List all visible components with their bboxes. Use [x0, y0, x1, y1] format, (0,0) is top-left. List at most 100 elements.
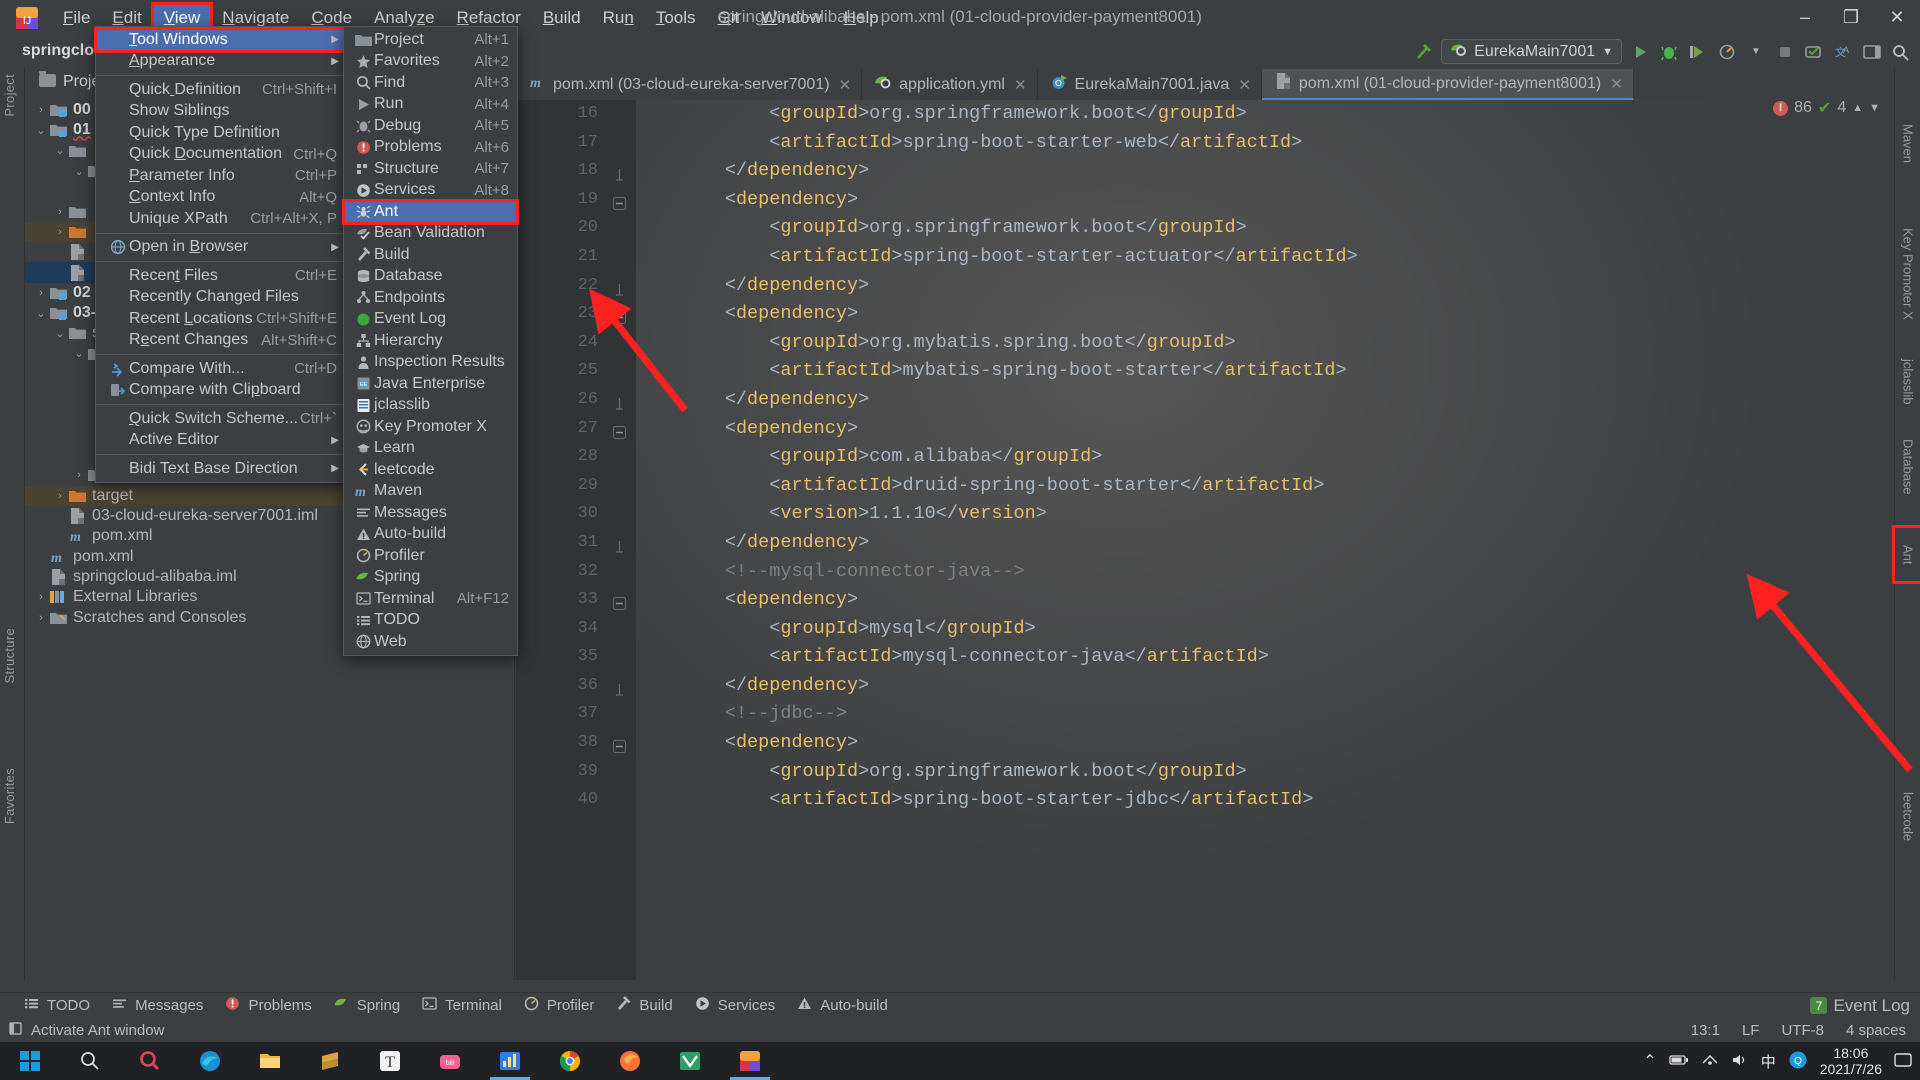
close-icon[interactable]: ✕	[1610, 75, 1623, 93]
tool-window-item-run[interactable]: Run Alt+4	[344, 94, 517, 116]
maximize-button[interactable]: ❐	[1828, 0, 1874, 35]
tool-window-item-build[interactable]: Build	[344, 244, 517, 266]
tool-window-item-spring[interactable]: Spring	[344, 567, 517, 589]
indent-setting[interactable]: 4 spaces	[1846, 1022, 1906, 1039]
chevron-down-icon[interactable]: ⌄	[71, 165, 87, 178]
firefox-icon[interactable]	[600, 1042, 660, 1080]
tool-window-item-jclasslib[interactable]: jclasslib	[344, 395, 517, 417]
bottom-tool-bar[interactable]: TODO Messages Problems Spring Terminal Profil…	[0, 992, 1920, 1018]
menu-build[interactable]: Build	[532, 4, 592, 32]
tool-window-item-event-log[interactable]: Event Log	[344, 309, 517, 331]
close-icon[interactable]: ✕	[1238, 76, 1251, 94]
fold-end-icon[interactable]	[613, 279, 626, 296]
run-icon[interactable]	[1629, 41, 1651, 63]
tray-chevron-icon[interactable]: ⌃	[1643, 1051, 1656, 1071]
tool-window-item-favorites[interactable]: Favorites Alt+2	[344, 51, 517, 73]
chevron-down-icon[interactable]: ⌄	[33, 124, 49, 137]
menu-run[interactable]: Run	[592, 4, 645, 32]
chevron-down-icon[interactable]: ▼	[1869, 102, 1880, 114]
editor-code[interactable]: <groupId>org.springframework.boot</group…	[636, 100, 1876, 980]
start-icon[interactable]	[0, 1042, 60, 1080]
inspection-widget[interactable]: ! 86 ✔ 4 ▲ ▼	[1773, 98, 1880, 118]
search-icon[interactable]	[60, 1042, 120, 1080]
chevron-down-icon[interactable]: ⌄	[52, 327, 68, 340]
coverage-icon[interactable]	[1687, 41, 1709, 63]
tool-window-item-terminal[interactable]: Terminal Alt+F12	[344, 588, 517, 610]
editor-tab[interactable]: pom.xml (01-cloud-provider-payment8001) ✕	[1261, 69, 1634, 100]
stripe-item-structure[interactable]: Structure	[2, 628, 17, 683]
right-stripe-item-maven[interactable]: Maven	[1895, 108, 1920, 179]
tool-window-item-structure[interactable]: Structure Alt+7	[344, 158, 517, 180]
ime-indicator[interactable]: 中	[1761, 1051, 1776, 1072]
typora-icon[interactable]: T	[360, 1042, 420, 1080]
view-menu-item-recently-changed-files[interactable]: Recently Changed Files	[96, 287, 347, 309]
tool-window-item-web[interactable]: Web	[344, 631, 517, 653]
tool-window-item-bean-validation[interactable]: Bean Validation	[344, 223, 517, 245]
bottom-tool-terminal[interactable]: Terminal	[420, 996, 502, 1016]
view-menu-dropdown[interactable]: Tool Windows ▶ Appearance ▶ Quick Definition…	[94, 26, 349, 483]
battery-icon[interactable]	[1669, 1053, 1689, 1070]
chevron-right-icon[interactable]: ›	[33, 612, 49, 624]
edge-icon[interactable]	[180, 1042, 240, 1080]
tool-window-item-find[interactable]: Find Alt+3	[344, 72, 517, 94]
view-menu-item-open-in-browser[interactable]: Open in Browser ▶	[96, 237, 347, 259]
taskbar-clock[interactable]: 18:06 2021/7/26	[1820, 1045, 1882, 1077]
view-menu-item-compare-with[interactable]: Compare With... Ctrl+D	[96, 358, 347, 380]
stripe-item-project[interactable]: Project	[2, 74, 17, 117]
fold-collapse-icon[interactable]	[613, 193, 626, 210]
tool-window-item-todo[interactable]: TODO	[344, 610, 517, 632]
chrome-icon[interactable]	[540, 1042, 600, 1080]
view-menu-item-quick-type-definition[interactable]: Quick Type Definition	[96, 122, 347, 144]
editor-tab[interactable]: m pom.xml (03-cloud-eureka-server7001) ✕	[516, 69, 863, 100]
fold-collapse-icon[interactable]	[613, 593, 626, 611]
view-menu-item-show-siblings[interactable]: Show Siblings	[96, 101, 347, 123]
view-menu-item-quick-documentation[interactable]: Quick Documentation Ctrl+Q	[96, 144, 347, 166]
tool-window-item-hierarchy[interactable]: Hierarchy	[344, 330, 517, 352]
volume-icon[interactable]	[1731, 1053, 1749, 1070]
intellij-icon[interactable]	[720, 1042, 780, 1080]
right-stripe-item-ant[interactable]: Ant	[1892, 525, 1920, 584]
chevron-down-icon[interactable]: ▼	[1602, 46, 1613, 58]
file-encoding[interactable]: UTF-8	[1781, 1022, 1824, 1039]
file-explorer-icon[interactable]	[240, 1042, 300, 1080]
fold-end-icon[interactable]	[613, 536, 626, 553]
view-menu-item-recent-files[interactable]: Recent Files Ctrl+E	[96, 265, 347, 287]
tool-window-item-profiler[interactable]: Profiler	[344, 545, 517, 567]
fold-collapse-icon[interactable]	[613, 736, 626, 754]
close-icon[interactable]: ✕	[839, 76, 852, 94]
fold-end-icon[interactable]	[613, 164, 626, 181]
bottom-tool-messages[interactable]: Messages	[110, 996, 203, 1016]
tool-window-item-debug[interactable]: Debug Alt+5	[344, 115, 517, 137]
bottom-tool-profiler[interactable]: Profiler	[522, 996, 594, 1016]
tool-window-item-problems[interactable]: Problems Alt+6	[344, 137, 517, 159]
tool-window-item-database[interactable]: Database	[344, 266, 517, 288]
chevron-right-icon[interactable]: ›	[52, 206, 68, 218]
chevron-right-icon[interactable]: ›	[52, 226, 68, 238]
menu-tools[interactable]: Tools	[645, 4, 707, 32]
view-menu-item-quick-switch-scheme[interactable]: Quick Switch Scheme... Ctrl+`	[96, 408, 347, 430]
editor-tab[interactable]: EurekaMain7001.java ✕	[1037, 69, 1262, 100]
bottom-tool-build[interactable]: Build	[614, 996, 673, 1016]
layout-icon[interactable]	[1861, 41, 1883, 63]
tool-window-item-ant[interactable]: Ant	[342, 199, 519, 225]
right-stripe-item-leetcode[interactable]: leetcode	[1895, 768, 1920, 866]
qq-icon[interactable]: Q	[1788, 1050, 1808, 1073]
chevron-right-icon[interactable]: ›	[33, 104, 49, 116]
right-stripe-item-database[interactable]: Database	[1895, 418, 1920, 516]
chevron-down-icon[interactable]: ⌄	[33, 307, 49, 320]
tool-window-item-leetcode[interactable]: leetcode	[344, 459, 517, 481]
editor-tab-bar[interactable]: m pom.xml (03-cloud-eureka-server7001) ✕ ap…	[516, 68, 1920, 100]
fold-end-icon[interactable]	[613, 679, 626, 696]
bottom-tool-spring[interactable]: Spring	[332, 996, 400, 1016]
view-menu-item-tool-windows[interactable]: Tool Windows ▶	[94, 27, 349, 53]
chevron-right-icon[interactable]: ›	[33, 591, 49, 603]
run-configuration-selector[interactable]: EurekaMain7001 ▼	[1441, 39, 1622, 64]
build-hammer-icon[interactable]	[1412, 41, 1434, 63]
line-separator[interactable]: LF	[1742, 1022, 1760, 1039]
chevron-down-icon[interactable]: ⌄	[71, 347, 87, 360]
chevron-up-icon[interactable]: ▲	[1852, 102, 1863, 114]
profile-icon[interactable]	[1716, 41, 1738, 63]
view-menu-item-recent-locations[interactable]: Recent Locations Ctrl+Shift+E	[96, 308, 347, 330]
bilibili-icon[interactable]: bili	[420, 1042, 480, 1080]
view-menu-item-context-info[interactable]: Context Info Alt+Q	[96, 187, 347, 209]
